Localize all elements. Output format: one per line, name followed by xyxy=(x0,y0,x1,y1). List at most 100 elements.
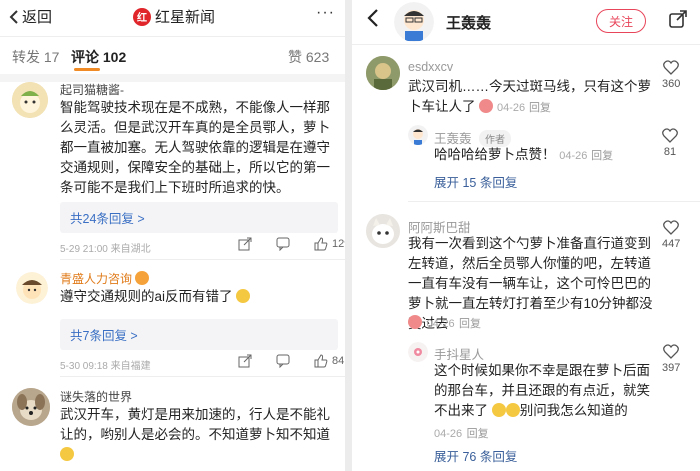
reply-username-text: 王轰轰 xyxy=(434,132,472,146)
reply-text: 这个时候如果你不幸是跟在萝卜后面的那台车，并且还跟的有点近，就笑不出来了 别问我… xyxy=(434,361,654,421)
comment-footer: 04-26 回复 xyxy=(408,314,481,332)
avatar[interactable] xyxy=(12,388,50,426)
comment-username[interactable]: 青盛人力咨询 xyxy=(60,270,150,287)
back-label: 返回 xyxy=(22,9,53,26)
like-count: 447 xyxy=(662,238,681,250)
divider xyxy=(408,201,700,202)
thumbs-up-icon xyxy=(314,237,328,251)
reply-text-tail: 别问我怎么知道的 xyxy=(519,403,628,418)
like-button[interactable]: 81 xyxy=(662,128,678,158)
comment-meta: 5-30 09:18 来自福建 xyxy=(60,361,151,372)
replies-count: 共24条回复 > xyxy=(70,212,145,226)
comment-username[interactable]: 谜失落的世界 xyxy=(60,388,132,405)
heart-icon xyxy=(663,220,680,235)
replies-count: 共7条回复 > xyxy=(70,329,138,343)
reply-button[interactable]: 回复 xyxy=(467,428,489,440)
panel-divider xyxy=(345,0,352,471)
share-icon[interactable] xyxy=(238,237,252,251)
avatar[interactable] xyxy=(12,82,48,118)
share-icon[interactable] xyxy=(668,9,688,29)
cartoon-avatar-icon xyxy=(408,125,428,145)
reply-date: 04-26 xyxy=(559,150,588,162)
crown-icon xyxy=(135,271,150,285)
reply-footer: 04-26 回复 xyxy=(434,424,489,442)
author-avatar[interactable] xyxy=(394,2,434,42)
heart-icon xyxy=(662,128,678,143)
right-panel: 王轰轰 关注 esdxxcv 武汉司机……今天过斑马线，只有这个萝卜车让人了 0… xyxy=(352,0,700,471)
grinning-emoji-icon xyxy=(491,403,506,417)
replies-link[interactable]: 共24条回复 > xyxy=(60,202,338,233)
back-button[interactable]: 返回 xyxy=(8,6,52,27)
comment-actions: 129 xyxy=(238,237,345,251)
follow-button[interactable]: 关注 xyxy=(596,9,646,33)
avatar[interactable] xyxy=(366,56,400,90)
cartoon-avatar-icon xyxy=(394,2,434,42)
tab-like[interactable]: 赞 623 xyxy=(288,47,329,67)
avatar[interactable] xyxy=(408,125,428,145)
photo-avatar-icon xyxy=(366,56,400,90)
like-count: 81 xyxy=(663,146,677,158)
comment-username[interactable]: 起司猫糖酱- xyxy=(60,81,124,98)
brand-logo: 红 xyxy=(133,7,151,26)
divider xyxy=(60,376,345,377)
cartoon-avatar-icon xyxy=(16,272,48,304)
avatar[interactable] xyxy=(16,272,48,304)
like-count: 129 xyxy=(332,238,345,250)
like-count: 397 xyxy=(662,362,681,374)
thumbs-up-icon xyxy=(314,354,328,368)
header-divider xyxy=(0,36,345,37)
cat-avatar-icon xyxy=(366,214,400,248)
heart-icon xyxy=(663,60,680,75)
replies-link[interactable]: 共7条回复 > xyxy=(60,319,338,350)
chevron-left-icon[interactable] xyxy=(366,8,380,28)
reply-button[interactable]: 回复 xyxy=(591,150,613,162)
reply-date: 04-26 xyxy=(434,428,463,440)
header-divider xyxy=(352,44,700,45)
comment-text: 遵守交通规则的ai反而有错了 xyxy=(60,287,338,307)
comment-icon[interactable] xyxy=(276,237,290,251)
username-text: 青盛人力咨询 xyxy=(60,272,133,286)
avatar[interactable] xyxy=(408,342,428,362)
comment-text-content: 武汉开车，黄灯是用来加速的，行人是不能礼让的，哟别人是必会的。不知道萝卜知不知道 xyxy=(60,407,330,442)
comment-meta: 5-29 21:00 来自湖北 xyxy=(60,244,151,255)
like-button[interactable]: 129 xyxy=(314,237,345,251)
like-count: 360 xyxy=(662,78,681,90)
tab-comment[interactable]: 评论 102 xyxy=(71,47,126,67)
expand-replies-link[interactable]: 展开 15 条回复 xyxy=(434,172,517,191)
like-button[interactable]: 397 xyxy=(662,344,680,374)
heart-icon xyxy=(663,344,680,359)
dog-avatar-icon xyxy=(12,388,50,426)
comment-text: 武汉开车，黄灯是用来加速的，行人是不能礼让的，哟别人是必会的。不知道萝卜知不知道 xyxy=(60,405,342,465)
comment-icon[interactable] xyxy=(276,354,290,368)
emoji-icon xyxy=(479,99,494,113)
reply-text-content: 哈哈哈给萝卜点赞！ xyxy=(434,147,556,162)
comment-date: 04-26 xyxy=(426,318,455,330)
like-count: 84 xyxy=(332,355,345,367)
divider xyxy=(60,259,345,260)
flower-avatar-icon xyxy=(408,342,428,362)
cartoon-avatar-icon xyxy=(12,82,48,118)
comment-actions: 84 xyxy=(238,354,344,368)
emoji-icon xyxy=(408,315,422,329)
like-button[interactable]: 84 xyxy=(314,354,344,368)
reply-button[interactable]: 回复 xyxy=(529,102,551,114)
brand-title: 红 红星新闻 xyxy=(133,6,215,27)
laughing-emoji-icon xyxy=(236,289,251,303)
reply-button[interactable]: 回复 xyxy=(459,318,481,330)
expand-replies-link[interactable]: 展开 76 条回复 xyxy=(434,446,517,465)
like-button[interactable]: 360 xyxy=(662,60,680,90)
active-tab-indicator xyxy=(74,68,100,71)
more-icon[interactable]: ··· xyxy=(316,4,335,22)
brand-name: 红星新闻 xyxy=(155,9,216,26)
tab-repost[interactable]: 转发 17 xyxy=(12,47,59,67)
comment-username[interactable]: esdxxcv xyxy=(408,60,453,74)
laughing-emoji-icon xyxy=(60,447,74,461)
comment-text: 武汉司机……今天过斑马线，只有这个萝卜车让人了 04-26 回复 xyxy=(408,77,652,118)
share-icon[interactable] xyxy=(238,354,252,368)
reply-text: 哈哈哈给萝卜点赞！ 04-26 回复 xyxy=(434,145,654,166)
grinning-emoji-icon xyxy=(505,403,520,417)
like-button[interactable]: 447 xyxy=(662,220,680,250)
chevron-left-icon xyxy=(9,9,18,24)
avatar[interactable] xyxy=(366,214,400,248)
left-panel: 返回 红 红星新闻 ··· 转发 17 评论 102 赞 623 起司猫糖酱- … xyxy=(0,0,345,471)
